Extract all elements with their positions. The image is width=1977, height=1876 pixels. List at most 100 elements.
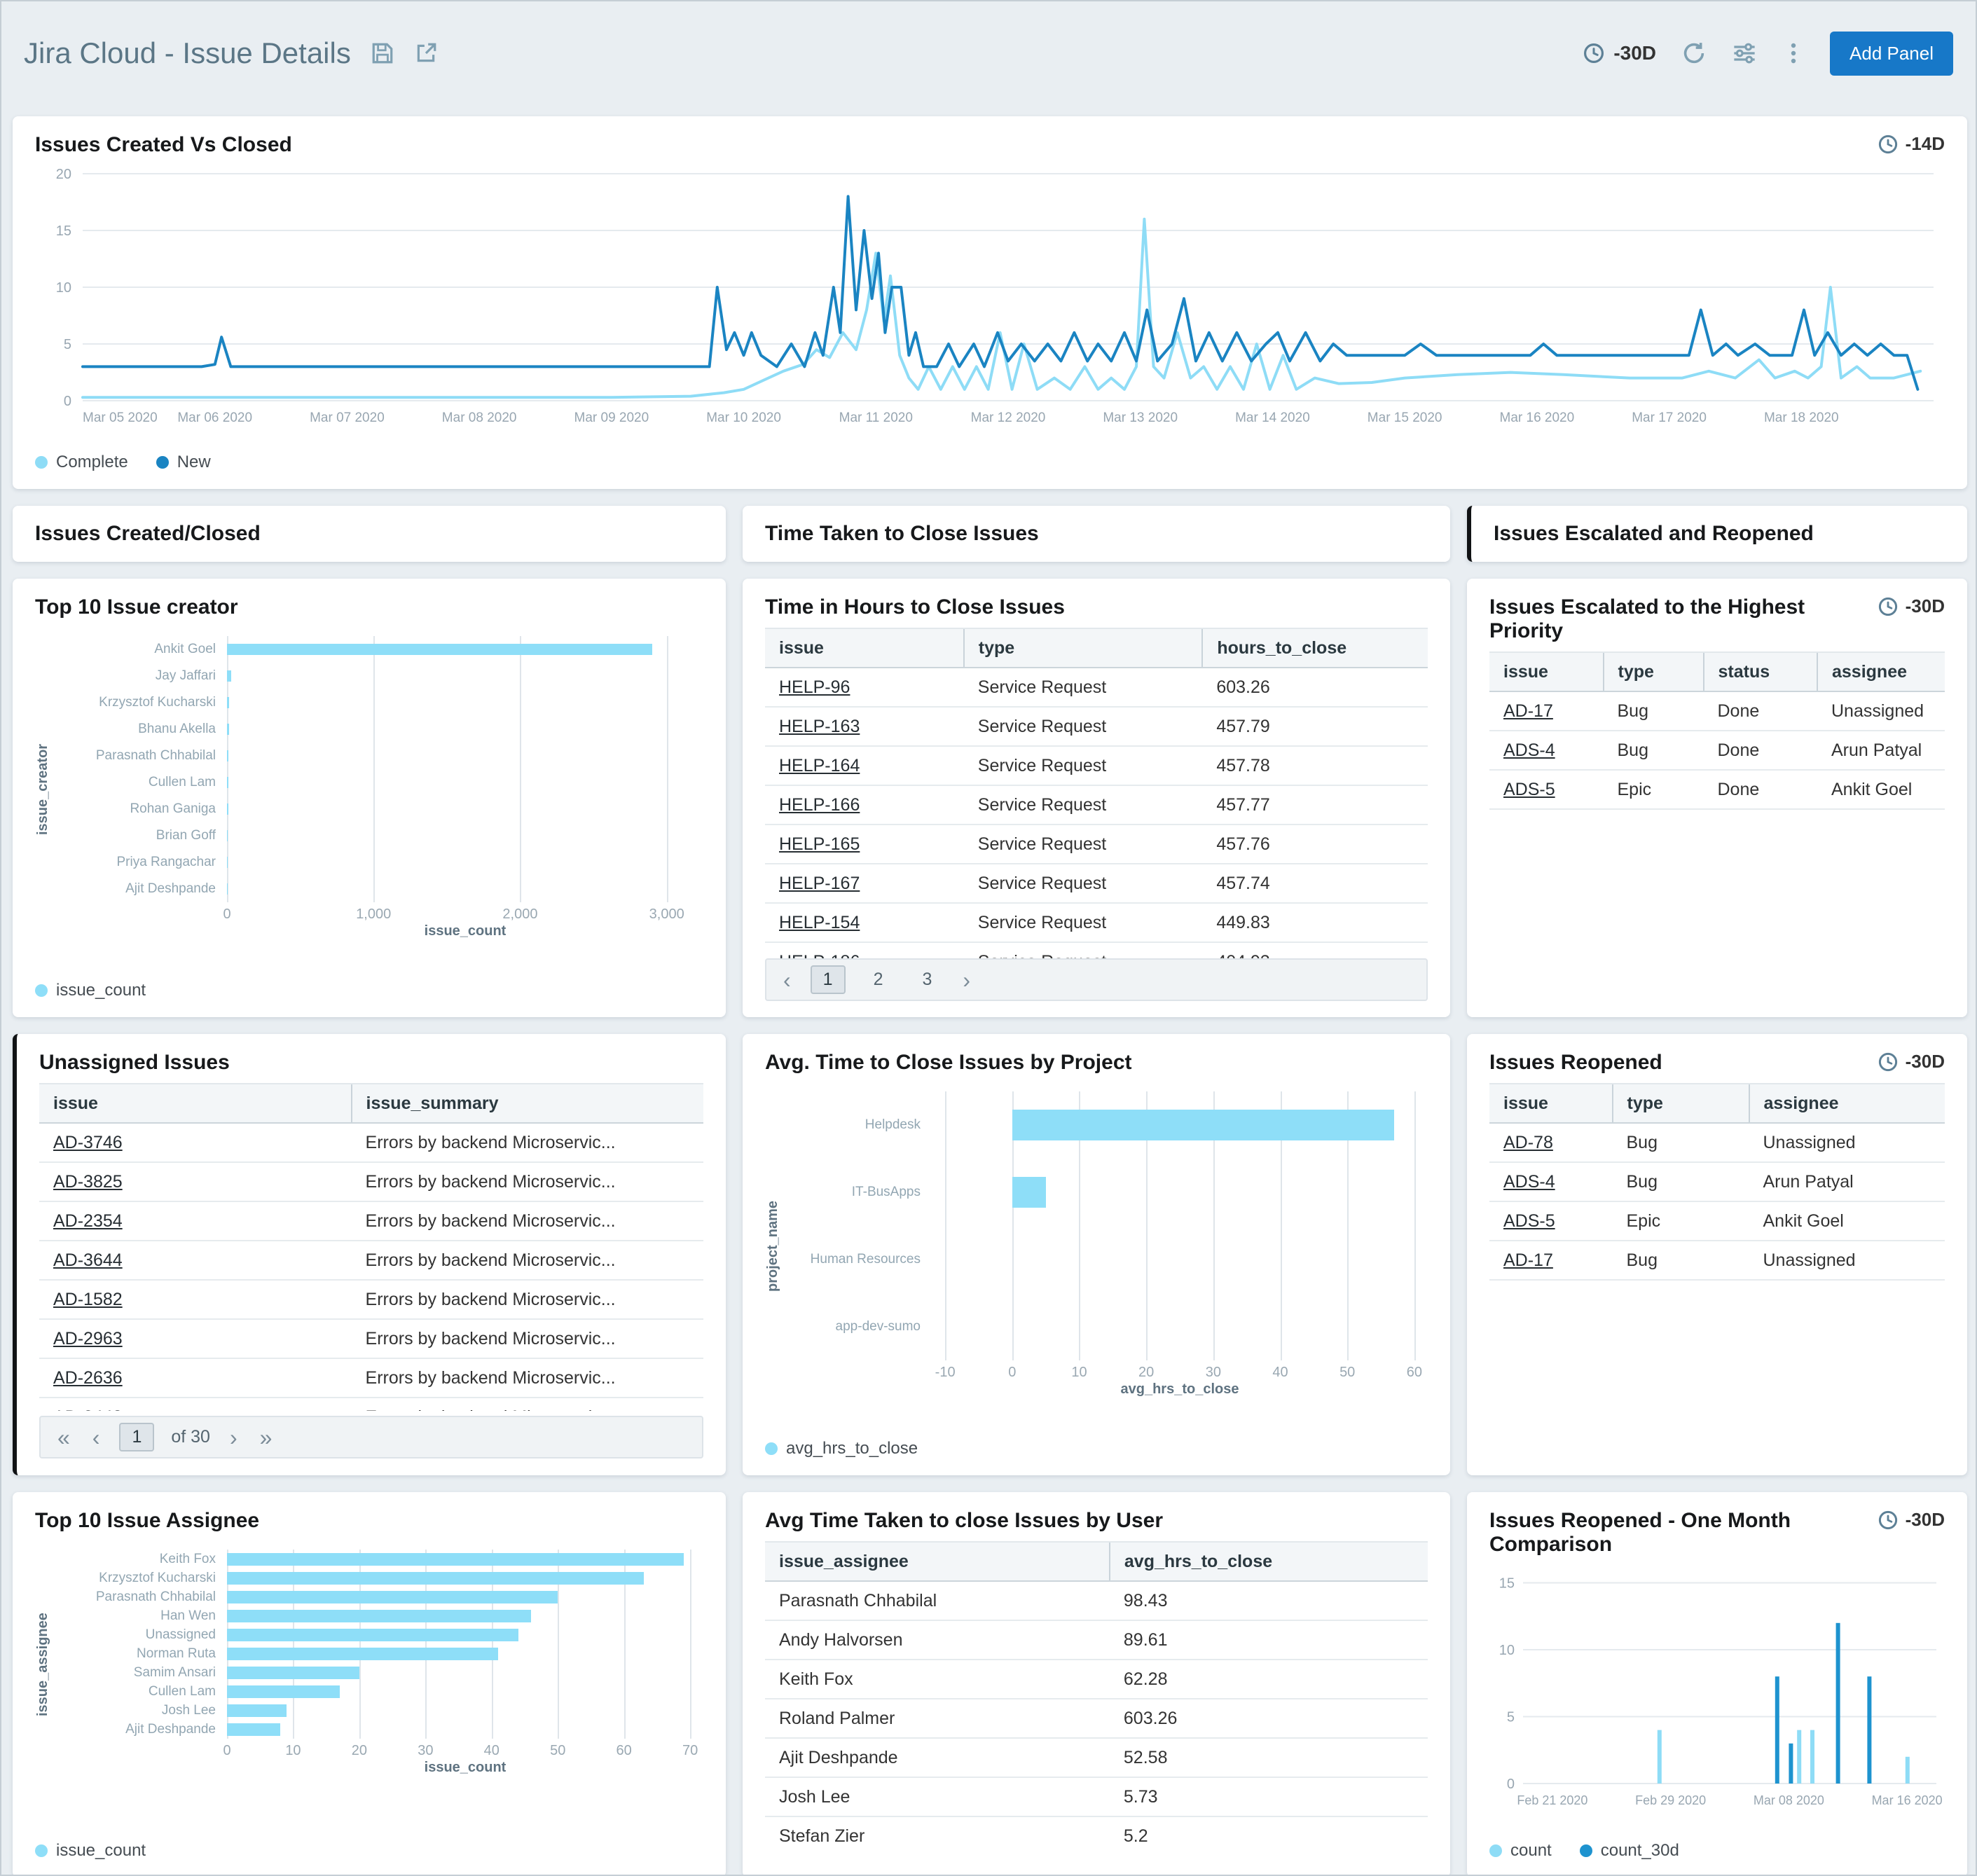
last-page-icon[interactable]: » [257, 1426, 275, 1449]
issue-link[interactable]: HELP-165 [779, 834, 860, 854]
table-cell: AD-17 [1489, 691, 1604, 731]
category-label: Ankit Goel [56, 642, 227, 657]
page-number-input[interactable]: 1 [119, 1423, 154, 1451]
table-row: ADS-4BugArun Patyal [1489, 1162, 1945, 1201]
legend-item[interactable]: issue_count [35, 981, 146, 1000]
bar-track [227, 689, 703, 716]
legend-dot [35, 1844, 48, 1857]
refresh-icon[interactable] [1681, 41, 1707, 66]
issue-link[interactable]: ADS-4 [1503, 740, 1555, 760]
column-header-assignee[interactable]: assignee [1749, 1084, 1945, 1123]
table-cell: ADS-5 [1489, 1201, 1613, 1241]
filter-icon[interactable] [1732, 41, 1757, 66]
column-header-type[interactable]: type [1613, 1084, 1749, 1123]
next-page-icon[interactable]: › [227, 1426, 240, 1449]
x-axis-ticks: 01,0002,0003,000 [227, 902, 703, 923]
svg-text:Mar 18 2020: Mar 18 2020 [1764, 411, 1839, 425]
clock-icon [1583, 42, 1605, 64]
column-header-issue[interactable]: issue [765, 628, 964, 668]
table-row: ADS-5EpicDoneAnkit Goel [1489, 770, 1945, 809]
bar-row: IT-BusApps [786, 1159, 1428, 1226]
time-range-control[interactable]: -30D [1583, 42, 1656, 64]
panel-title: Avg Time Taken to close Issues by User [765, 1509, 1163, 1533]
table-cell: 457.78 [1202, 746, 1428, 785]
prev-page-icon[interactable]: ‹ [780, 969, 794, 991]
issue-link[interactable]: HELP-164 [779, 756, 860, 775]
legend-dot [765, 1442, 778, 1455]
column-header-type[interactable]: type [964, 628, 1203, 668]
legend-label: issue_count [56, 981, 146, 1000]
issue-link[interactable]: AD-78 [1503, 1133, 1553, 1152]
next-page-icon[interactable]: › [960, 969, 973, 991]
issue-link[interactable]: AD-17 [1503, 1250, 1553, 1270]
legend-item[interactable]: Complete [35, 453, 128, 472]
issue-link[interactable]: AD-3825 [53, 1172, 123, 1192]
bar-chart: issue_assigneeKeith FoxKrzysztof Kuchars… [35, 1550, 703, 1779]
svg-text:5: 5 [64, 337, 71, 352]
issue-link[interactable]: AD-3746 [53, 1133, 123, 1152]
add-panel-button[interactable]: Add Panel [1830, 32, 1953, 76]
table-cell: HELP-154 [765, 903, 964, 942]
first-page-icon[interactable]: « [55, 1426, 73, 1449]
issue-link[interactable]: AD-3644 [53, 1250, 123, 1270]
issue-link[interactable]: HELP-167 [779, 874, 860, 893]
export-icon[interactable] [414, 41, 438, 65]
more-menu-icon[interactable] [1782, 41, 1805, 66]
table-cell: Parasnath Chhabilal [765, 1581, 1110, 1620]
issue-link[interactable]: ADS-4 [1503, 1172, 1555, 1192]
bar-track [227, 743, 703, 769]
column-header-avg_hrs_to_close[interactable]: avg_hrs_to_close [1110, 1542, 1428, 1581]
issue-link[interactable]: HELP-96 [779, 677, 850, 697]
column-header-issue[interactable]: issue [39, 1084, 352, 1123]
bar-chart: project_nameHelpdeskIT-BusAppsHuman Reso… [765, 1091, 1428, 1401]
page-number-3[interactable]: 3 [911, 967, 943, 993]
issue-link[interactable]: HELP-186 [779, 952, 860, 959]
table-row: HELP-186Service Request404.93 [765, 942, 1428, 958]
column-header-issue_assignee[interactable]: issue_assignee [765, 1542, 1110, 1581]
legend-item[interactable]: count_30d [1580, 1841, 1679, 1861]
issue-link[interactable]: AD-1582 [53, 1290, 123, 1309]
page-number-1[interactable]: 1 [811, 965, 846, 994]
issue-link[interactable]: HELP-154 [779, 913, 860, 932]
issue-link[interactable]: HELP-163 [779, 717, 860, 736]
tick-label: 1,000 [356, 906, 391, 923]
issue-link[interactable]: AD-17 [1503, 701, 1553, 721]
svg-text:Mar 16 2020: Mar 16 2020 [1872, 1793, 1943, 1807]
bar-row: Han Wen [56, 1606, 703, 1625]
column-header-hours_to_close[interactable]: hours_to_close [1202, 628, 1428, 668]
legend-item[interactable]: count [1489, 1841, 1552, 1861]
legend-item[interactable]: avg_hrs_to_close [765, 1439, 918, 1458]
issue-link[interactable]: AD-2354 [53, 1211, 123, 1231]
legend-item[interactable]: issue_count [35, 1841, 146, 1861]
table-cell: Unassigned [1817, 691, 1945, 731]
bar-row: Priya Rangachar [56, 849, 703, 876]
issue-link[interactable]: HELP-166 [779, 795, 860, 815]
issue-link[interactable]: AD-2448 [53, 1407, 123, 1412]
column-header-type[interactable]: type [1604, 652, 1704, 691]
issue-link[interactable]: AD-2636 [53, 1368, 123, 1388]
page-number-2[interactable]: 2 [862, 967, 895, 993]
svg-text:Mar 13 2020: Mar 13 2020 [1103, 411, 1178, 425]
table-cell: Ankit Goel [1817, 770, 1945, 809]
legend-dot [35, 456, 48, 469]
bar-row: Cullen Lam [56, 769, 703, 796]
column-header-assignee[interactable]: assignee [1817, 652, 1945, 691]
column-header-issue[interactable]: issue [1489, 652, 1604, 691]
column-header-status[interactable]: status [1704, 652, 1818, 691]
column-header-issue[interactable]: issue [1489, 1084, 1613, 1123]
issue-link[interactable]: AD-2963 [53, 1329, 123, 1349]
table-row: Roland Palmer603.26 [765, 1699, 1428, 1738]
legend-item[interactable]: New [156, 453, 211, 472]
prev-page-icon[interactable]: ‹ [90, 1426, 103, 1449]
issue-link[interactable]: ADS-5 [1503, 780, 1555, 799]
svg-text:Feb 21 2020: Feb 21 2020 [1517, 1793, 1587, 1807]
issue-link[interactable]: ADS-5 [1503, 1211, 1555, 1231]
table-row: HELP-166Service Request457.77 [765, 785, 1428, 825]
svg-text:Mar 08 2020: Mar 08 2020 [1754, 1793, 1824, 1807]
panel-time-in-hours-to-close: Time in Hours to Close Issues issuetypeh… [743, 579, 1450, 1017]
table-cell: AD-1582 [39, 1280, 352, 1319]
save-icon[interactable] [371, 41, 394, 65]
panel-time-badge: -30D [1878, 595, 1945, 617]
bar-row: Krzysztof Kucharski [56, 689, 703, 716]
column-header-issue_summary[interactable]: issue_summary [352, 1084, 703, 1123]
